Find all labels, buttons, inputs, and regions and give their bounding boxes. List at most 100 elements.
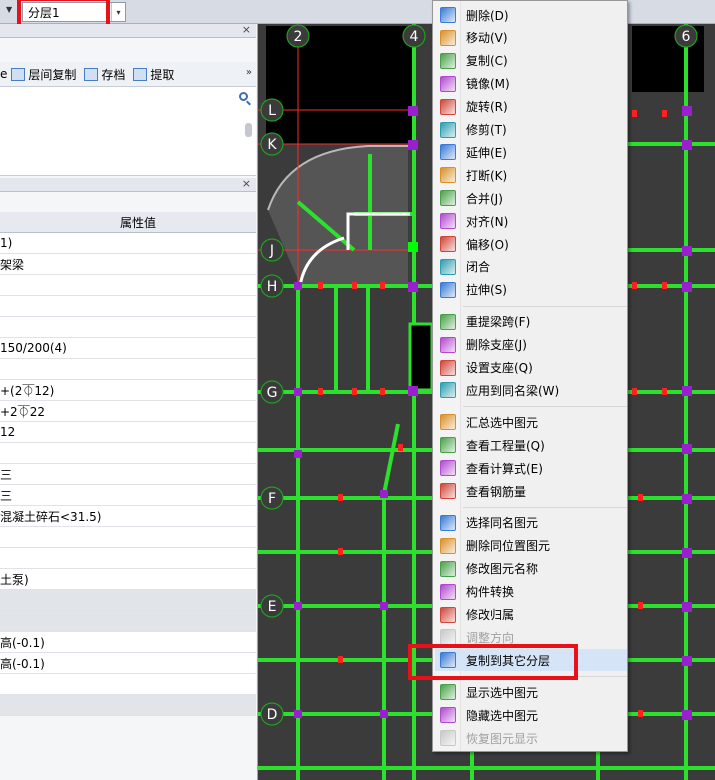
- toolbar-dropdown-icon[interactable]: ▼: [6, 5, 12, 14]
- save-archive-icon: [84, 67, 99, 81]
- close-icon[interactable]: ×: [242, 23, 251, 36]
- menu-item[interactable]: 拉伸(S): [435, 279, 627, 301]
- chevron-down-icon[interactable]: ▾: [111, 3, 125, 21]
- axis-bubble: L: [260, 98, 284, 122]
- menu-item[interactable]: 修改图元名称: [435, 558, 627, 580]
- property-row[interactable]: 三: [0, 485, 256, 506]
- menu-item-label: 恢复图元显示: [466, 731, 539, 746]
- menu-item[interactable]: 修剪(T): [435, 119, 627, 141]
- axis-bubble: 2: [286, 24, 310, 48]
- menu-item-label: 重提梁跨(F): [466, 315, 531, 330]
- menu-item-label: 延伸(E): [466, 145, 507, 160]
- property-rows: 1) 架梁 150/200(4) +(2⏁12) +2⏁22 12 三三混凝土碎石<31.5…: [0, 233, 256, 716]
- axis-bubble: E: [260, 594, 284, 618]
- menu-item[interactable]: 重提梁跨(F): [435, 311, 627, 333]
- property-row[interactable]: 150/200(4): [0, 338, 256, 359]
- menu-item[interactable]: 闭合: [435, 256, 627, 278]
- extend-icon: [440, 144, 456, 161]
- property-row[interactable]: [0, 443, 256, 464]
- scrollbar-thumb[interactable]: [245, 123, 252, 137]
- menu-item[interactable]: 复制(C): [435, 50, 627, 72]
- property-value-header: 属性值: [0, 212, 256, 233]
- property-row[interactable]: [0, 695, 256, 716]
- menu-item[interactable]: 合并(J): [435, 187, 627, 209]
- black-region-top-left: [266, 26, 414, 144]
- menu-item[interactable]: 应用到同名梁(W): [435, 379, 627, 401]
- component-list[interactable]: [0, 86, 256, 176]
- property-row[interactable]: [0, 548, 256, 569]
- property-row[interactable]: +(2⏁12): [0, 380, 256, 401]
- rename-icon: [440, 560, 456, 577]
- menu-item[interactable]: 旋转(R): [435, 96, 627, 118]
- property-row[interactable]: 三: [0, 464, 256, 485]
- menu-item-label: 删除(D): [466, 8, 509, 23]
- menu-item-label: 合并(J): [466, 191, 503, 206]
- app-window: ▼ 分层1 ▾ × e 层间复制 存档 提取 » × 属性值 1) 架梁 150/2…: [0, 0, 715, 780]
- menu-item[interactable]: 镜像(M): [435, 73, 627, 95]
- property-row[interactable]: [0, 590, 256, 611]
- menu-item[interactable]: 查看工程量(Q): [435, 434, 627, 456]
- property-row[interactable]: [0, 317, 256, 338]
- property-row[interactable]: [0, 275, 256, 296]
- menu-item: 恢复图元显示: [435, 727, 627, 749]
- ownership-icon: [440, 606, 456, 623]
- menu-item[interactable]: 删除(D): [435, 4, 627, 26]
- close-icon[interactable]: ×: [242, 177, 251, 190]
- property-row[interactable]: [0, 527, 256, 548]
- menu-item[interactable]: 对齐(N): [435, 210, 627, 232]
- property-row[interactable]: 架梁: [0, 254, 256, 275]
- menu-item[interactable]: 选择同名图元: [435, 512, 627, 534]
- property-row[interactable]: 1): [0, 233, 256, 254]
- menu-item-label: 修剪(T): [466, 123, 507, 137]
- property-row[interactable]: 高(-0.1): [0, 632, 256, 653]
- menu-item[interactable]: 汇总选中图元: [435, 411, 627, 433]
- save-archive-button[interactable]: 存档: [84, 66, 125, 83]
- property-table: 属性值 1) 架梁 150/200(4) +(2⏁12) +2⏁22 12 三三混凝土碎石<…: [0, 212, 256, 716]
- property-row[interactable]: 土泵): [0, 569, 256, 590]
- sigma-icon: [440, 414, 456, 431]
- menu-item[interactable]: 移动(V): [435, 27, 627, 49]
- menu-item[interactable]: 删除同位置图元: [435, 535, 627, 557]
- search-icon[interactable]: [239, 92, 248, 101]
- menu-item-label: 移动(V): [466, 31, 508, 46]
- property-row[interactable]: 高(-0.1): [0, 653, 256, 674]
- menu-item-label: 偏移(O): [466, 237, 509, 252]
- property-row[interactable]: [0, 359, 256, 380]
- menu-item[interactable]: 打断(K): [435, 164, 627, 186]
- property-row[interactable]: 混凝土碎石<31.5): [0, 506, 256, 527]
- menu-item[interactable]: 删除支座(J): [435, 334, 627, 356]
- menu-item[interactable]: 延伸(E): [435, 141, 627, 163]
- menu-item[interactable]: 构件转换: [435, 581, 627, 603]
- property-row[interactable]: 12: [0, 422, 256, 443]
- menu-item[interactable]: 偏移(O): [435, 233, 627, 255]
- property-row[interactable]: [0, 674, 256, 695]
- property-row[interactable]: [0, 296, 256, 317]
- rotate-icon: [440, 98, 456, 115]
- close-shape-icon: [440, 258, 456, 275]
- axis-bubble: D: [260, 702, 284, 726]
- offset-icon: [440, 236, 456, 252]
- menu-item[interactable]: 查看钢筋量: [435, 480, 627, 502]
- menu-separator: [463, 506, 627, 508]
- partial-toolbar-label[interactable]: e: [0, 67, 7, 81]
- menu-item[interactable]: 设置支座(Q): [435, 357, 627, 379]
- copy-floors-button[interactable]: 层间复制: [11, 66, 76, 83]
- menu-item-label: 汇总选中图元: [466, 415, 539, 430]
- selected-point: [408, 242, 418, 252]
- more-icon[interactable]: »: [246, 67, 252, 78]
- extract-button[interactable]: 提取: [133, 66, 174, 83]
- menu-item[interactable]: 查看计算式(E): [435, 457, 627, 479]
- property-row[interactable]: +2⏁22: [0, 401, 256, 422]
- menu-item-label: 修改图元名称: [466, 562, 539, 577]
- menu-item[interactable]: 隐藏选中图元: [435, 704, 627, 726]
- menu-item[interactable]: 修改归属: [435, 604, 627, 626]
- axis-label: 2: [294, 29, 303, 45]
- component-panel-header: ×: [0, 23, 256, 38]
- property-row[interactable]: [0, 611, 256, 632]
- axis-label: F: [268, 491, 276, 507]
- menu-item-label: 修改归属: [466, 608, 515, 622]
- rebar-icon: [440, 483, 456, 499]
- menu-item[interactable]: 显示选中图元: [435, 681, 627, 703]
- extract-icon: [133, 67, 148, 81]
- axis-label: H: [267, 279, 278, 295]
